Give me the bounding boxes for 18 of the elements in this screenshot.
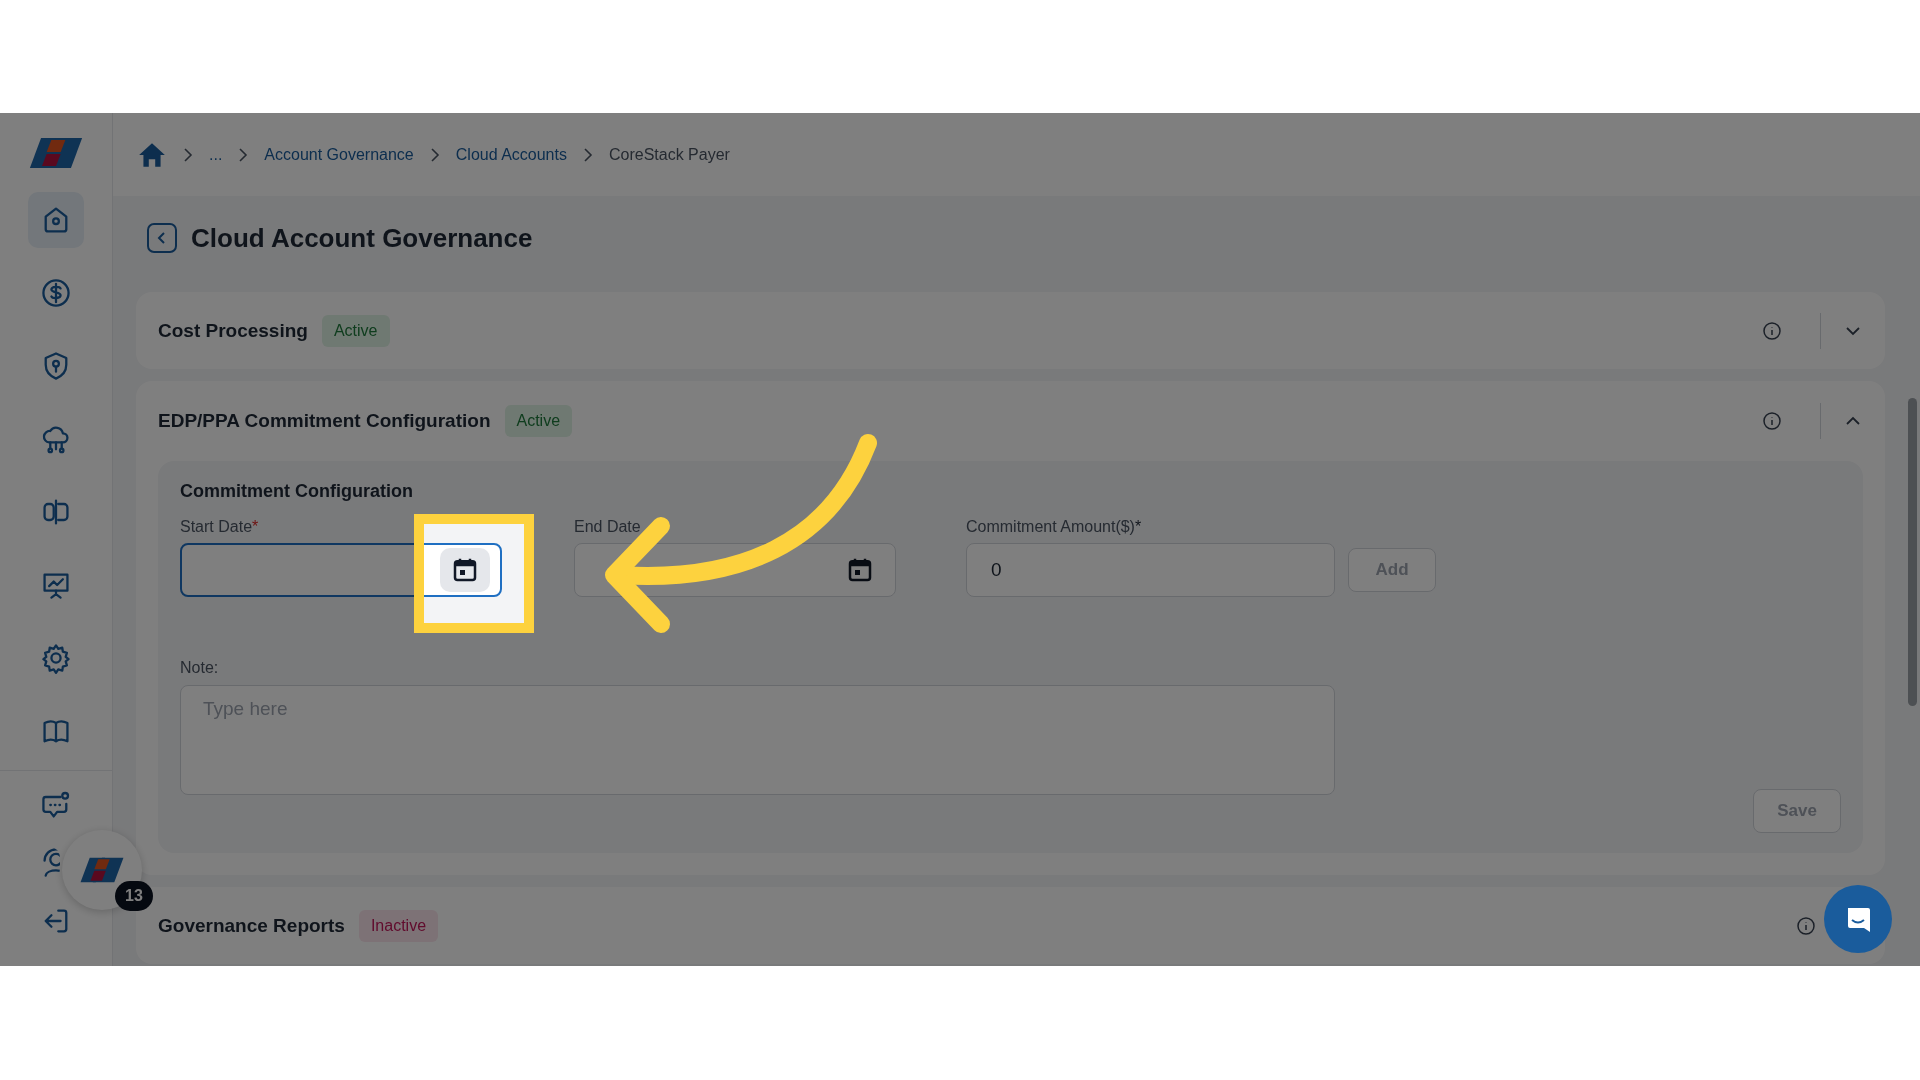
section-title[interactable]: Governance Reports — [158, 914, 345, 937]
section-title[interactable]: EDP/PPA Commitment Configuration — [158, 410, 491, 432]
section-title[interactable]: Cost Processing — [158, 319, 308, 342]
field-label: End Date — [574, 518, 642, 536]
status-badge: Inactive — [358, 909, 439, 942]
notification-count: 13 — [115, 881, 153, 911]
breadcrumb-link[interactable]: Account Governance — [264, 145, 414, 164]
breadcrumb-link[interactable]: Cloud Accounts — [455, 145, 567, 164]
field-label: Start Date* — [180, 518, 260, 536]
status-badge: Active — [504, 405, 573, 437]
amount-field[interactable]: 0 — [966, 543, 1335, 597]
status-badge: Active — [321, 314, 390, 347]
field-label: Commitment Amount($)* — [966, 518, 1143, 536]
page-title: Cloud Account Governance — [191, 222, 533, 254]
breadcrumb-link[interactable]: ... — [209, 145, 223, 164]
breadcrumb-current: CoreStack Payer — [608, 145, 730, 164]
field-label: Note: — [180, 659, 220, 677]
panel-heading: Commitment Configuration — [180, 481, 414, 502]
